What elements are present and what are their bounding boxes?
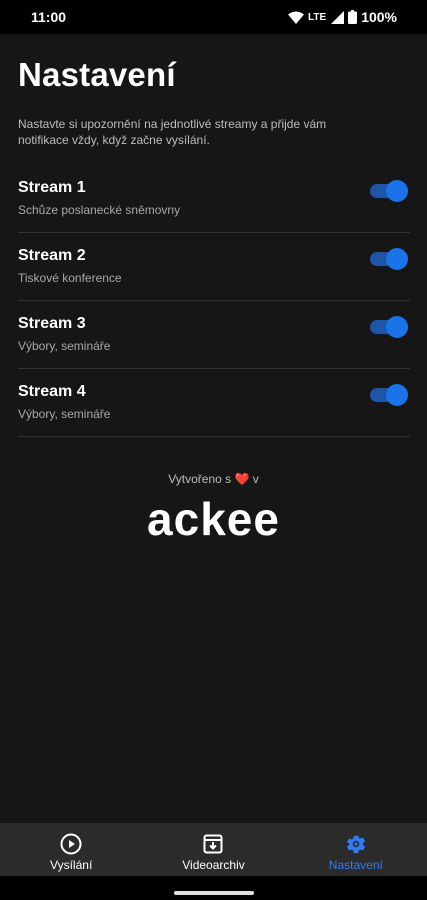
play-circle-icon	[60, 833, 82, 855]
stream-description: Výbory, semináře	[18, 339, 111, 353]
heart-icon: ❤️	[234, 472, 250, 486]
stream-description: Tiskové konference	[18, 271, 122, 285]
bottom-navigation: Vysílání Videoarchiv Nastavení	[0, 823, 427, 876]
stream-description: Schůze poslanecké sněmovny	[18, 203, 181, 217]
status-icons: LTE 100%	[288, 9, 397, 25]
toggle-thumb	[386, 180, 408, 202]
battery-level: 100%	[361, 9, 397, 25]
stream-name: Stream 4	[18, 383, 86, 400]
stream-row-2[interactable]: Stream 2 Tiskové konference	[18, 233, 410, 301]
battery-icon	[348, 10, 358, 24]
nav-item-nastaveni[interactable]: Nastavení	[285, 823, 427, 876]
gesture-bar-area	[0, 876, 427, 900]
intro-text: Nastavte si upozornění na jednotlivé str…	[18, 117, 327, 147]
stream-name: Stream 2	[18, 247, 86, 264]
made-with-love-credit: Vytvořeno s ❤️ v	[0, 472, 427, 486]
stream-3-toggle[interactable]	[368, 316, 408, 338]
toggle-thumb	[386, 248, 408, 270]
stream-row-4[interactable]: Stream 4 Výbory, semináře	[18, 369, 410, 437]
toggle-thumb	[386, 384, 408, 406]
settings-screen: Nastavení Nastavte si upozornění na jedn…	[0, 34, 427, 823]
stream-description: Výbory, semináře	[18, 407, 111, 421]
archive-box-icon	[203, 833, 223, 855]
stream-list: Stream 1 Schůze poslanecké sněmovny Stre…	[18, 165, 410, 437]
ackee-logo[interactable]: ackee	[0, 492, 427, 546]
network-type: LTE	[308, 11, 327, 23]
stream-name: Stream 3	[18, 315, 86, 332]
stream-row-3[interactable]: Stream 3 Výbory, semináře	[18, 301, 410, 369]
page-title: Nastavení	[18, 56, 176, 93]
nav-label: Vysílání	[50, 858, 93, 872]
credit-prefix: Vytvořeno s	[168, 472, 232, 486]
home-gesture-pill[interactable]	[174, 891, 254, 895]
credit-suffix: v	[252, 472, 259, 486]
stream-1-toggle[interactable]	[368, 180, 408, 202]
stream-2-toggle[interactable]	[368, 248, 408, 270]
gear-icon	[345, 833, 367, 855]
nav-label: Nastavení	[328, 858, 383, 872]
nav-item-vysilani[interactable]: Vysílání	[0, 823, 142, 876]
nav-item-videoarchiv[interactable]: Videoarchiv	[142, 823, 284, 876]
toggle-thumb	[386, 316, 408, 338]
stream-name: Stream 1	[18, 179, 86, 196]
wifi-icon	[288, 11, 305, 24]
status-time: 11:00	[31, 9, 67, 25]
status-bar: 11:00 LTE 100%	[0, 0, 427, 34]
signal-icon	[331, 10, 345, 24]
stream-row-1[interactable]: Stream 1 Schůze poslanecké sněmovny	[18, 165, 410, 233]
stream-4-toggle[interactable]	[368, 384, 408, 406]
nav-label: Videoarchiv	[182, 858, 245, 872]
